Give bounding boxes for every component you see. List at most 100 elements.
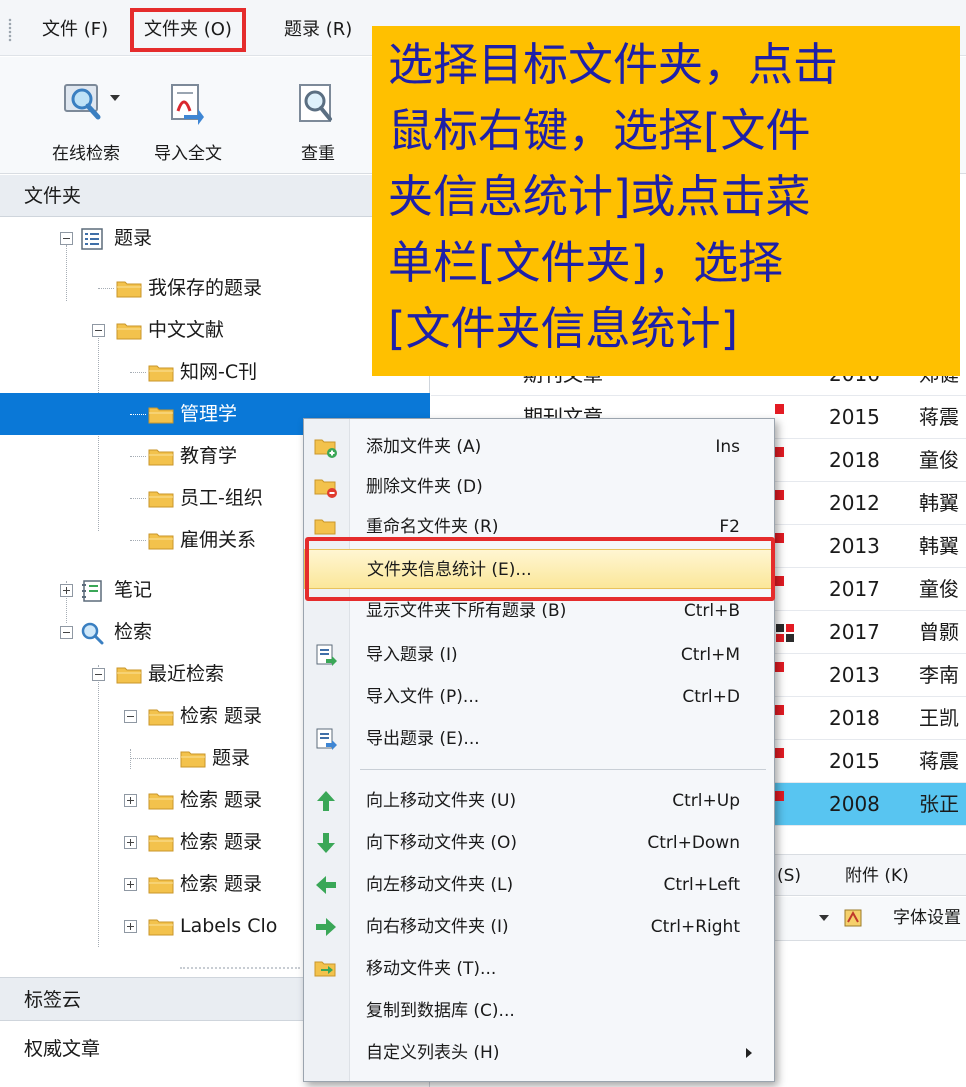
import-pdf-icon [171, 84, 204, 125]
record-year: 2017 [829, 620, 880, 644]
tree-guide [130, 498, 146, 499]
menu-item-move-left[interactable]: 向左移动文件夹 (L) Ctrl+Left [304, 865, 774, 905]
menu-label: 向下移动文件夹 (O) [366, 833, 518, 853]
folder-icon [148, 835, 174, 852]
search-icon [81, 622, 104, 645]
menu-records[interactable]: 题录 (R) [276, 14, 360, 46]
online-search-button[interactable]: 在线检索 [36, 63, 136, 169]
tree-guide [130, 372, 146, 373]
tab-attachments[interactable]: 附件 (K) [845, 855, 909, 897]
expand-toggle[interactable] [124, 920, 137, 933]
font-settings-icon[interactable] [843, 907, 865, 929]
menu-file[interactable]: 文件 (F) [34, 14, 116, 46]
menu-item-export-records[interactable]: 导出题录 (E)... [304, 719, 774, 759]
arrow-right-icon [316, 918, 336, 936]
tree-label: 检索 题录 [180, 789, 263, 811]
tree-label: 题录 [114, 227, 153, 249]
tree-item-chinese-literature[interactable]: 中文文献 [0, 309, 430, 351]
red-flag-icon [775, 533, 784, 543]
folder-open-icon [116, 667, 142, 684]
expand-toggle[interactable] [60, 584, 73, 597]
menu-item-import-files[interactable]: 导入文件 (P)... Ctrl+D [304, 677, 774, 717]
tree-item-records[interactable]: 题录 [0, 217, 430, 259]
tree-label: Labels Clo [180, 915, 278, 937]
arrow-left-icon [316, 876, 336, 894]
font-settings-label[interactable]: 字体设置 [893, 897, 961, 940]
expand-toggle[interactable] [124, 794, 137, 807]
expand-toggle[interactable] [124, 836, 137, 849]
folder-icon [148, 919, 174, 936]
duplicate-check-icon [299, 84, 332, 122]
tree-guide [130, 758, 178, 759]
collapse-toggle[interactable] [60, 626, 73, 639]
menu-label: 向右移动文件夹 (I) [366, 917, 509, 937]
menu-item-move-down[interactable]: 向下移动文件夹 (O) Ctrl+Down [304, 823, 774, 863]
tree-label: 管理学 [180, 403, 238, 425]
submenu-arrow-icon [746, 1048, 752, 1058]
menu-item-add-folder[interactable]: 添加文件夹 (A) Ins [304, 427, 774, 467]
folder-icon [148, 793, 174, 810]
menu-label: 自定义列表头 (H) [366, 1043, 500, 1063]
tree-guide [98, 288, 114, 289]
menu-item-custom-columns[interactable]: 自定义列表头 (H) [304, 1033, 774, 1073]
record-year: 2015 [829, 405, 880, 429]
online-search-icon [64, 84, 101, 120]
dropdown-caret-icon[interactable] [110, 95, 120, 101]
record-year: 2012 [829, 491, 880, 515]
menu-label: 导出题录 (E)... [366, 729, 480, 749]
menu-label: 删除文件夹 (D) [366, 477, 483, 497]
menu-item-move-up[interactable]: 向上移动文件夹 (U) Ctrl+Up [304, 781, 774, 821]
tree-item-cnki[interactable]: 知网-C刊 [0, 351, 430, 393]
record-year: 2013 [829, 663, 880, 687]
tree-label: 检索 题录 [180, 705, 263, 727]
duplicate-check-button[interactable]: 查重 [268, 63, 368, 169]
menu-item-move-folder[interactable]: 移动文件夹 (T)... [304, 949, 774, 989]
expand-toggle[interactable] [124, 878, 137, 891]
import-fulltext-button[interactable]: 导入全文 [138, 63, 238, 169]
collapse-toggle[interactable] [124, 710, 137, 723]
folder-move-icon [314, 961, 336, 977]
menu-item-move-right[interactable]: 向右移动文件夹 (I) Ctrl+Right [304, 907, 774, 947]
export-records-icon [316, 728, 337, 750]
collapse-toggle[interactable] [60, 232, 73, 245]
duplicate-check-label: 查重 [301, 144, 335, 164]
folder-add-icon [314, 439, 337, 458]
tree-label: 检索 [114, 621, 153, 643]
red-flag-icon [775, 447, 784, 457]
tab-s[interactable]: (S) [777, 855, 801, 897]
menu-item-copy-to-database[interactable]: 复制到数据库 (C)... [304, 991, 774, 1031]
record-author: 韩翼 [919, 534, 959, 558]
instruction-callout: 选择目标文件夹，点击 鼠标右键，选择[文件 夹信息统计]或点击菜 单栏[文件夹]… [372, 26, 960, 376]
red-flag-icon [775, 662, 784, 672]
splitter[interactable] [180, 967, 300, 969]
record-author: 蒋震 [919, 749, 959, 773]
record-year: 2008 [829, 792, 880, 816]
collapse-toggle[interactable] [92, 668, 105, 681]
record-author: 韩翼 [919, 491, 959, 515]
tree-item-saved-records[interactable]: 我保存的题录 [0, 267, 430, 309]
folder-open-icon [116, 323, 142, 340]
menu-label: 复制到数据库 (C)... [366, 1001, 515, 1021]
folder-panel-header: 文件夹 [0, 175, 430, 217]
tree-label: 我保存的题录 [148, 277, 263, 299]
dropdown-caret-icon[interactable] [819, 915, 829, 921]
menu-item-import-records[interactable]: 导入题录 (I) Ctrl+M [304, 635, 774, 675]
tree-label: 检索 题录 [180, 873, 263, 895]
menu-folder[interactable]: 文件夹 (O) [130, 8, 246, 52]
collapse-toggle[interactable] [92, 324, 105, 337]
instruction-text: 选择目标文件夹，点击 鼠标右键，选择[文件 夹信息统计]或点击菜 单栏[文件夹]… [388, 38, 839, 355]
arrow-up-icon [317, 791, 335, 811]
tree-label: 题录 [212, 747, 251, 769]
tree-label: 最近检索 [148, 663, 225, 685]
red-flag-icon [775, 404, 784, 414]
menu-item-delete-folder[interactable]: 删除文件夹 (D) [304, 467, 774, 507]
tree-guide [130, 540, 146, 541]
folder-open-icon [148, 709, 174, 726]
red-flag-icon [775, 490, 784, 500]
folder-icon [180, 751, 206, 768]
tree-label: 员工-组织 [180, 487, 263, 509]
red-flag-icon [775, 705, 784, 715]
menu-label: 向左移动文件夹 (L) [366, 875, 514, 895]
notes-icon [82, 580, 102, 602]
record-year: 2018 [829, 448, 880, 472]
